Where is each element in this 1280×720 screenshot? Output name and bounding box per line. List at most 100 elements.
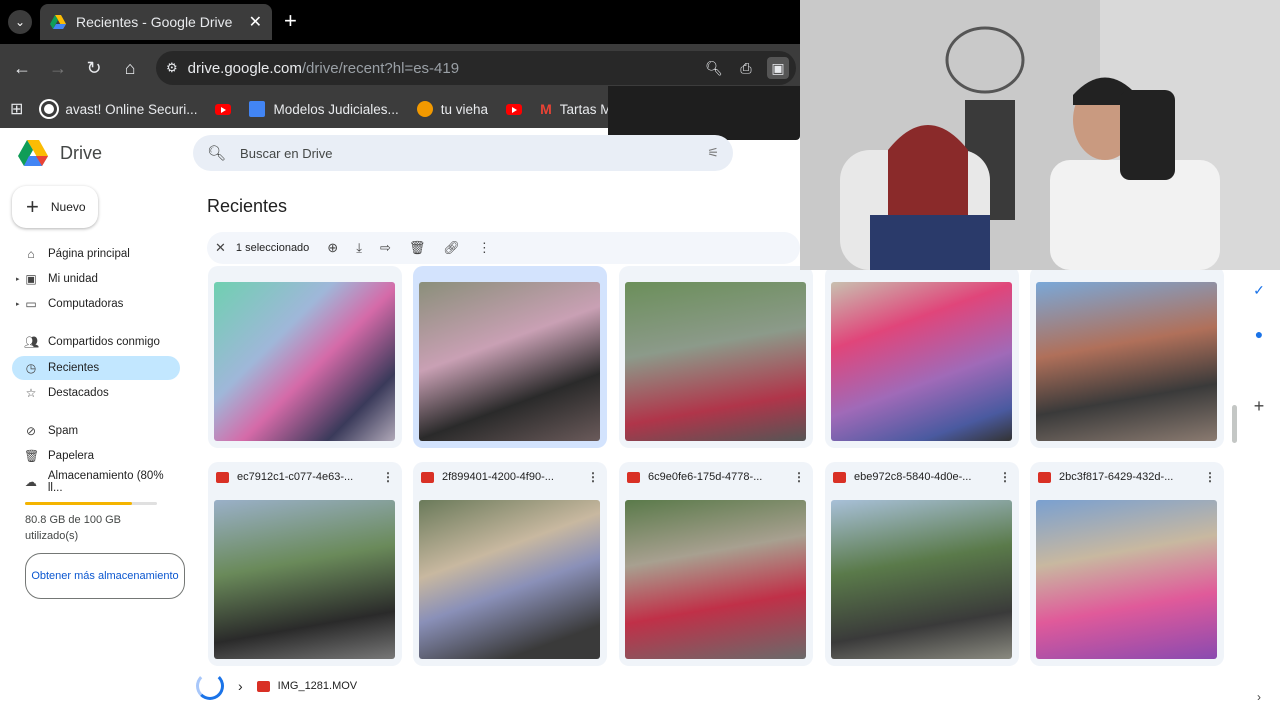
more-actions-icon[interactable]: ⋮	[478, 240, 491, 256]
forward-icon[interactable]: →	[46, 56, 70, 80]
file-card[interactable]	[208, 266, 402, 448]
file-card[interactable]: 2f899401-4200-4f90-... ⋮	[413, 462, 607, 666]
tab-search-chevron-icon[interactable]: ⌄	[8, 10, 32, 34]
add-addon-icon[interactable]: +	[1250, 396, 1268, 417]
close-tab-icon[interactable]: ✕	[249, 12, 262, 32]
more-options-icon[interactable]: ⋮	[587, 470, 599, 484]
clear-selection-icon[interactable]: ✕	[215, 240, 226, 256]
back-icon[interactable]: ←	[10, 56, 34, 80]
contacts-icon[interactable]: ●	[1250, 326, 1268, 342]
video-file-icon	[256, 680, 270, 692]
more-options-icon[interactable]: ⋮	[1204, 470, 1216, 484]
clock-icon: ◷	[25, 361, 37, 375]
video-thumbnail	[419, 500, 600, 659]
sidebar-item-recent[interactable]: ◷ Recientes	[12, 356, 180, 380]
move-icon[interactable]: ⇨	[380, 240, 391, 256]
file-name: 2f899401-4200-4f90-...	[442, 471, 554, 483]
file-card[interactable]: 6c9e0fe6-175d-4778-... ⋮	[619, 462, 813, 666]
storage-progress	[25, 502, 157, 505]
file-name: 2bc3f817-6429-432d-...	[1059, 471, 1174, 483]
address-bar[interactable]: ⚙ drive.google.com/drive/recent?hl=es-41…	[156, 51, 796, 85]
search-input[interactable]: 🔍︎ Buscar en Drive ⚟	[193, 135, 733, 171]
file-card[interactable]	[619, 266, 813, 448]
tab-title: Recientes - Google Drive	[76, 14, 233, 30]
webcam-overlay	[800, 0, 1280, 270]
home-icon[interactable]: ⌂	[118, 56, 142, 80]
more-options-icon[interactable]: ⋮	[999, 470, 1011, 484]
file-card[interactable]: ec7912c1-c077-4e63-... ⋮	[208, 462, 402, 666]
bookmark-youtube[interactable]	[215, 103, 232, 115]
file-name: ebe972c8-5840-4d0e-...	[854, 471, 972, 483]
sidebar-item-home[interactable]: ⌂ Página principal	[12, 242, 180, 266]
video-thumbnail	[831, 500, 1012, 659]
drive-favicon-icon	[50, 15, 66, 29]
sidebar-item-starred[interactable]: ☆ Destacados	[12, 381, 180, 405]
sidebar-item-computers[interactable]: ▸ ▭ Computadoras	[12, 292, 180, 316]
bookmark-tu-vieha[interactable]: tu vieha	[416, 101, 488, 117]
get-more-storage-button[interactable]: Obtener más almacenamiento	[25, 553, 185, 599]
file-card[interactable]	[825, 266, 1019, 448]
url-text: drive.google.com/drive/recent?hl=es-419	[187, 59, 460, 77]
selection-toolbar: ✕ 1 seleccionado ⊕ ⤓ ⇨ 🗑︎ 🔗︎ ⋮	[207, 232, 800, 264]
new-tab-icon[interactable]: +	[284, 10, 297, 32]
loading-spinner-icon	[196, 672, 224, 700]
file-card[interactable]: ebe972c8-5840-4d0e-... ⋮	[825, 462, 1019, 666]
video-thumbnail	[419, 282, 600, 441]
sidebar-item-storage[interactable]: ☁ Almacenamiento (80% ll...	[12, 470, 180, 494]
globe-icon	[41, 101, 58, 117]
cloud-icon: ☁	[24, 475, 37, 489]
download-icon[interactable]: ⤓	[356, 240, 362, 256]
sidebar-item-trash[interactable]: 🗑︎ Papelera	[12, 444, 180, 468]
video-thumbnail	[625, 500, 806, 659]
bookmark-youtube-2[interactable]	[506, 103, 523, 115]
file-card[interactable]	[1030, 266, 1224, 448]
reload-icon[interactable]: ↻	[82, 56, 106, 80]
bookmark-modelos[interactable]: Modelos Judiciales...	[249, 101, 399, 117]
storage-text: 80.8 GB de 100 GB utilizado(s)	[25, 514, 122, 542]
drive-logo[interactable]: Drive	[18, 140, 102, 166]
sidebar-item-my-drive[interactable]: ▸ ▣ Mi unidad	[12, 267, 180, 291]
drive-logo-icon	[18, 140, 48, 166]
browser-tab[interactable]: Recientes - Google Drive ✕	[40, 4, 272, 40]
expand-panel-icon[interactable]: ›	[1250, 690, 1268, 704]
upload-status: › IMG_1281.MOV	[196, 672, 357, 700]
apps-grid-icon[interactable]: ⊞	[10, 99, 23, 119]
chevron-right-icon[interactable]: ›	[238, 678, 243, 694]
video-thumbnail	[1036, 282, 1217, 441]
lens-icon[interactable]: ▣	[767, 57, 789, 79]
tasks-icon[interactable]: ✓	[1250, 282, 1268, 299]
youtube-icon	[506, 103, 523, 115]
search-icon[interactable]: 🔍︎	[207, 144, 226, 162]
video-thumbnail	[625, 282, 806, 441]
share-icon[interactable]: ⊕	[327, 240, 338, 256]
plus-icon: +	[26, 194, 39, 219]
spam-icon: ⊘	[25, 424, 37, 438]
video-thumbnail	[1036, 500, 1217, 659]
trash-icon[interactable]: 🗑︎	[409, 240, 426, 256]
video-file-icon	[1038, 471, 1051, 483]
more-options-icon[interactable]: ⋮	[382, 470, 394, 484]
expand-caret-icon[interactable]: ▸	[16, 300, 20, 308]
file-card-selected[interactable]	[413, 266, 607, 448]
bookmark-avast[interactable]: avast! Online Securi...	[41, 101, 197, 117]
more-options-icon[interactable]: ⋮	[793, 470, 805, 484]
docs-icon	[249, 101, 266, 117]
sidebar-item-spam[interactable]: ⊘ Spam	[12, 419, 180, 443]
video-file-icon	[421, 471, 434, 483]
file-name: 6c9e0fe6-175d-4778-...	[648, 471, 763, 483]
gmail-icon: M	[540, 101, 552, 117]
sidebar-item-shared[interactable]: 👥︎ Compartidos conmigo	[12, 330, 180, 354]
selection-count: 1 seleccionado	[235, 242, 310, 254]
scrollbar[interactable]	[1232, 405, 1237, 443]
people-icon: 👥︎	[24, 335, 40, 349]
video-file-icon	[627, 471, 640, 483]
link-icon[interactable]: 🔗︎	[443, 240, 460, 256]
video-thumbnail	[214, 500, 395, 659]
filter-options-icon[interactable]: ⚟	[707, 145, 719, 161]
file-card[interactable]: 2bc3f817-6429-432d-... ⋮	[1030, 462, 1224, 666]
new-button[interactable]: + Nuevo	[12, 186, 98, 228]
zoom-icon[interactable]: 🔍︎	[703, 57, 725, 79]
site-info-icon[interactable]: ⚙	[166, 60, 178, 76]
install-app-icon[interactable]: ⎙	[735, 57, 757, 79]
expand-caret-icon[interactable]: ▸	[16, 275, 20, 283]
